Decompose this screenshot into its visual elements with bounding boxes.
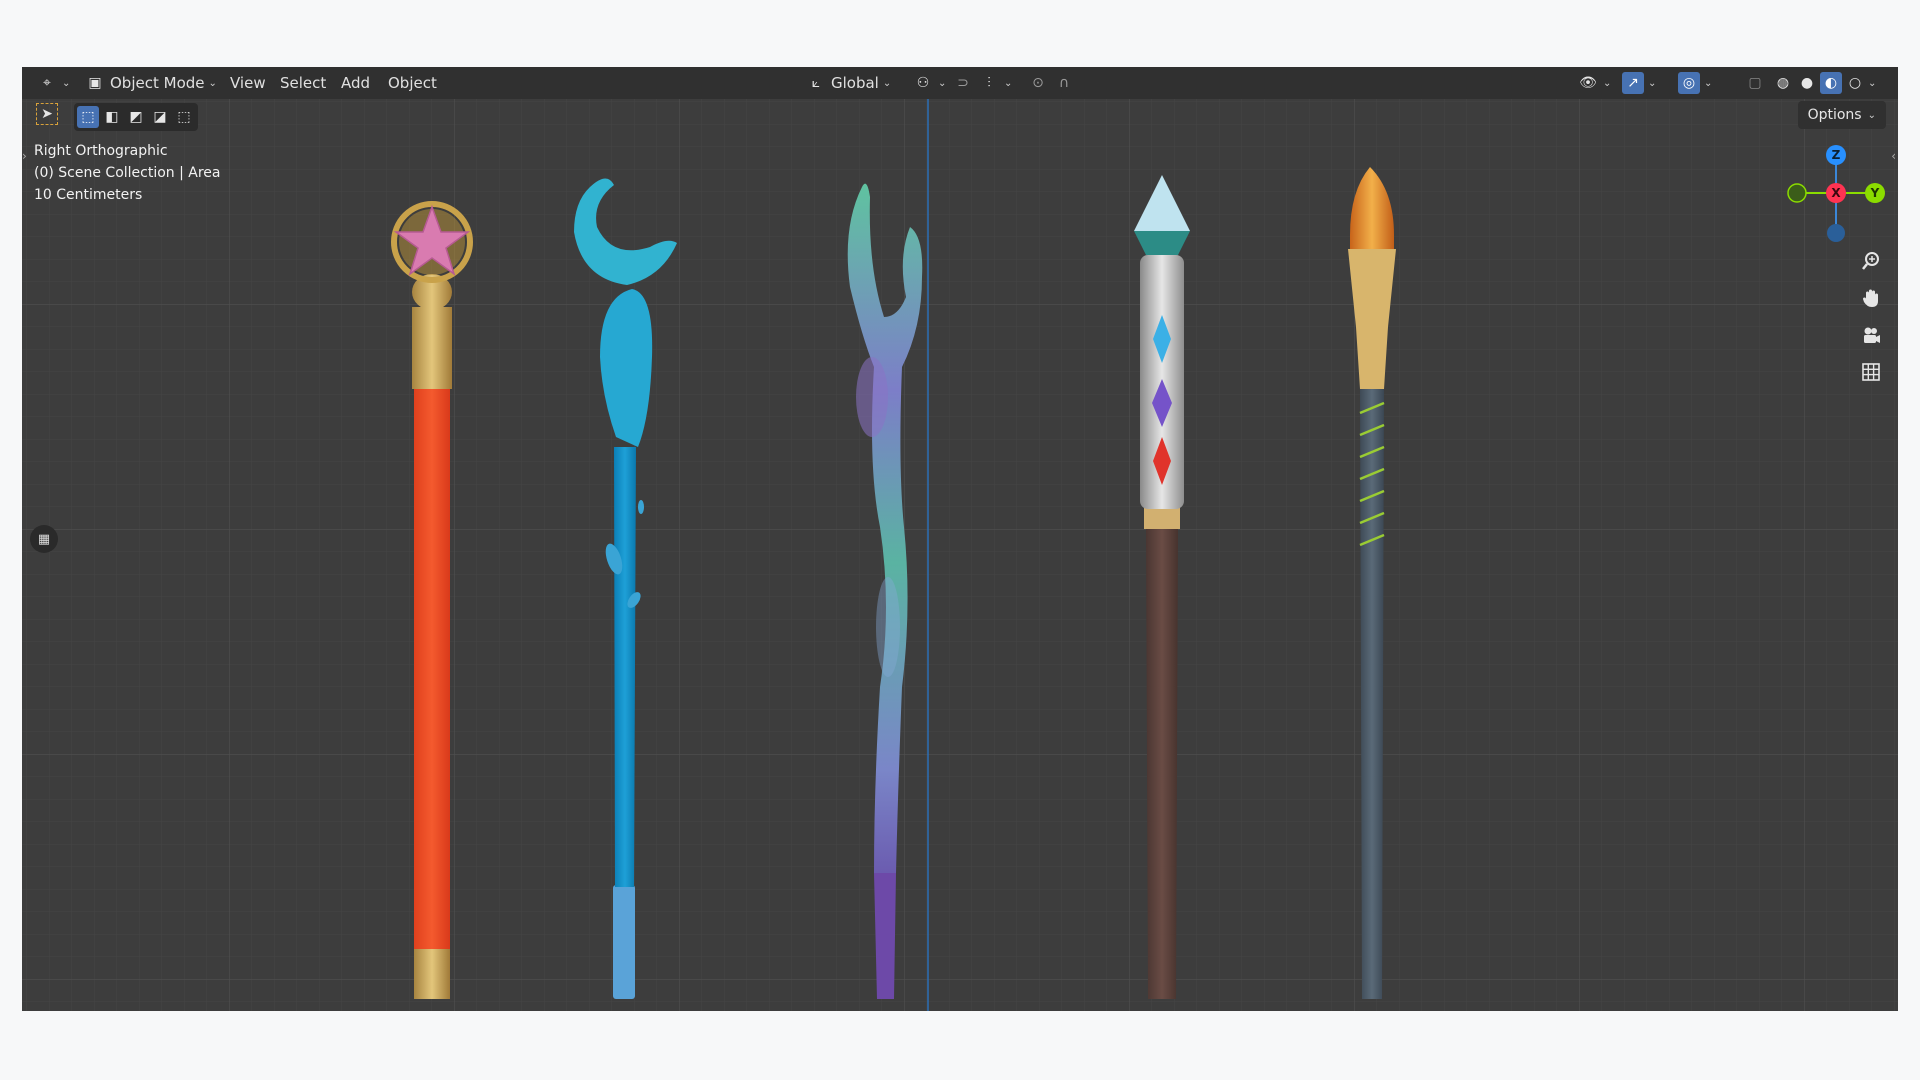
snap-toggle[interactable]: ⊃ ⫶ ⌄ — [952, 67, 1012, 99]
selection-mode-group: ⬚ ◧ ◩ ◪ ⬚ — [74, 103, 198, 131]
visibility-selector[interactable]: 👁 ⌄ — [1577, 67, 1611, 99]
overlay-toggle[interactable]: ◎ ⌄ — [1678, 67, 1712, 99]
select-intersect-icon[interactable]: ⬚ — [173, 106, 195, 128]
snap-target-icon: ⫶ — [987, 75, 991, 91]
hand-icon[interactable] — [1856, 283, 1886, 313]
wireframe-shading-icon[interactable]: ◍ — [1772, 72, 1794, 94]
chevron-down-icon: ⌄ — [1867, 109, 1876, 121]
gizmo-y[interactable]: Y — [1865, 183, 1885, 203]
zoom-icon[interactable] — [1856, 246, 1886, 276]
proportional-edit[interactable]: ⊙ ∩ — [1027, 67, 1075, 99]
chevron-down-icon: ⌄ — [1004, 77, 1013, 89]
camera-icon[interactable] — [1856, 320, 1886, 350]
select-tool-icon[interactable]: ➤ — [36, 103, 58, 131]
chevron-down-icon: ⌄ — [1648, 77, 1657, 89]
object-mode-icon: ▣ — [88, 75, 102, 91]
asset-shelf-icon[interactable]: ▦ — [30, 525, 58, 553]
select-subtract-icon[interactable]: ◩ — [125, 106, 147, 128]
3d-viewport[interactable] — [22, 67, 1898, 1011]
proportional-edit-icon: ⊙ — [1032, 75, 1044, 91]
snap-icon: ⊃ — [957, 75, 969, 91]
mode-selector[interactable]: ▣ Object Mode ⌄ — [84, 67, 217, 99]
sidebar-expand-icon[interactable]: ‹ — [1891, 149, 1896, 163]
editor-type-icon: ⌖ — [43, 75, 51, 91]
eye-icon: 👁 — [1579, 75, 1597, 91]
gizmo-z[interactable]: Z — [1826, 145, 1846, 165]
chevron-down-icon: ⌄ — [1603, 77, 1612, 89]
xray-icon: ▢ — [1748, 75, 1762, 91]
toolbar-expand-icon[interactable]: › — [22, 149, 27, 163]
options-label: Options — [1807, 107, 1862, 123]
gizmo-x[interactable]: X — [1826, 183, 1846, 203]
pivot-selector[interactable]: ⚇ ⌄ — [912, 67, 947, 99]
menu-select[interactable]: Select — [272, 67, 334, 99]
select-invert-icon[interactable]: ◪ — [149, 106, 171, 128]
select-new-icon[interactable]: ⬚ — [77, 106, 99, 128]
editor-type-selector[interactable]: ⌖ ⌄ — [36, 67, 70, 99]
menu-add[interactable]: Add — [333, 67, 378, 99]
pivot-icon: ⚇ — [916, 75, 930, 91]
chevron-down-icon: ⌄ — [208, 77, 217, 89]
options-dropdown[interactable]: Options ⌄ — [1797, 101, 1886, 129]
rendered-shading-icon[interactable]: ○ — [1844, 72, 1866, 94]
chevron-down-icon: ⌄ — [62, 77, 71, 89]
grid-icon[interactable] — [1856, 357, 1886, 387]
falloff-icon: ∩ — [1058, 75, 1070, 91]
orientation-icon: ⟀ — [811, 75, 821, 91]
gizmo-icon: ↗ — [1622, 72, 1644, 94]
shading-selector[interactable]: ◍ ● ◐ ○ ⌄ — [1772, 67, 1876, 99]
select-extend-icon[interactable]: ◧ — [101, 106, 123, 128]
chevron-down-icon: ⌄ — [1868, 77, 1877, 89]
orientation-selector[interactable]: ⟀ Global ⌄ — [805, 67, 891, 99]
gizmo-toggle[interactable]: ↗ ⌄ — [1622, 67, 1656, 99]
view-name: Right Orthographic — [34, 143, 168, 159]
collection-info: (0) Scene Collection | Area — [34, 165, 221, 181]
xray-toggle[interactable]: ▢ — [1744, 67, 1766, 99]
menu-object[interactable]: Object — [380, 67, 445, 99]
chevron-down-icon: ⌄ — [1704, 77, 1713, 89]
viewport-header: ⌖ ⌄ ▣ Object Mode ⌄ View Select Add Objec… — [22, 67, 1898, 99]
material-shading-icon[interactable]: ◐ — [1820, 72, 1842, 94]
chevron-down-icon: ⌄ — [882, 77, 892, 89]
blender-window: ⌖ ⌄ ▣ Object Mode ⌄ View Select Add Objec… — [22, 67, 1898, 1011]
overlay-icon: ◎ — [1678, 72, 1700, 94]
chevron-down-icon: ⌄ — [938, 77, 947, 89]
menu-view[interactable]: View — [222, 67, 274, 99]
orientation-label: Global — [831, 74, 879, 92]
grid-scale: 10 Centimeters — [34, 187, 143, 203]
solid-shading-icon[interactable]: ● — [1796, 72, 1818, 94]
mode-label: Object Mode — [110, 74, 205, 92]
